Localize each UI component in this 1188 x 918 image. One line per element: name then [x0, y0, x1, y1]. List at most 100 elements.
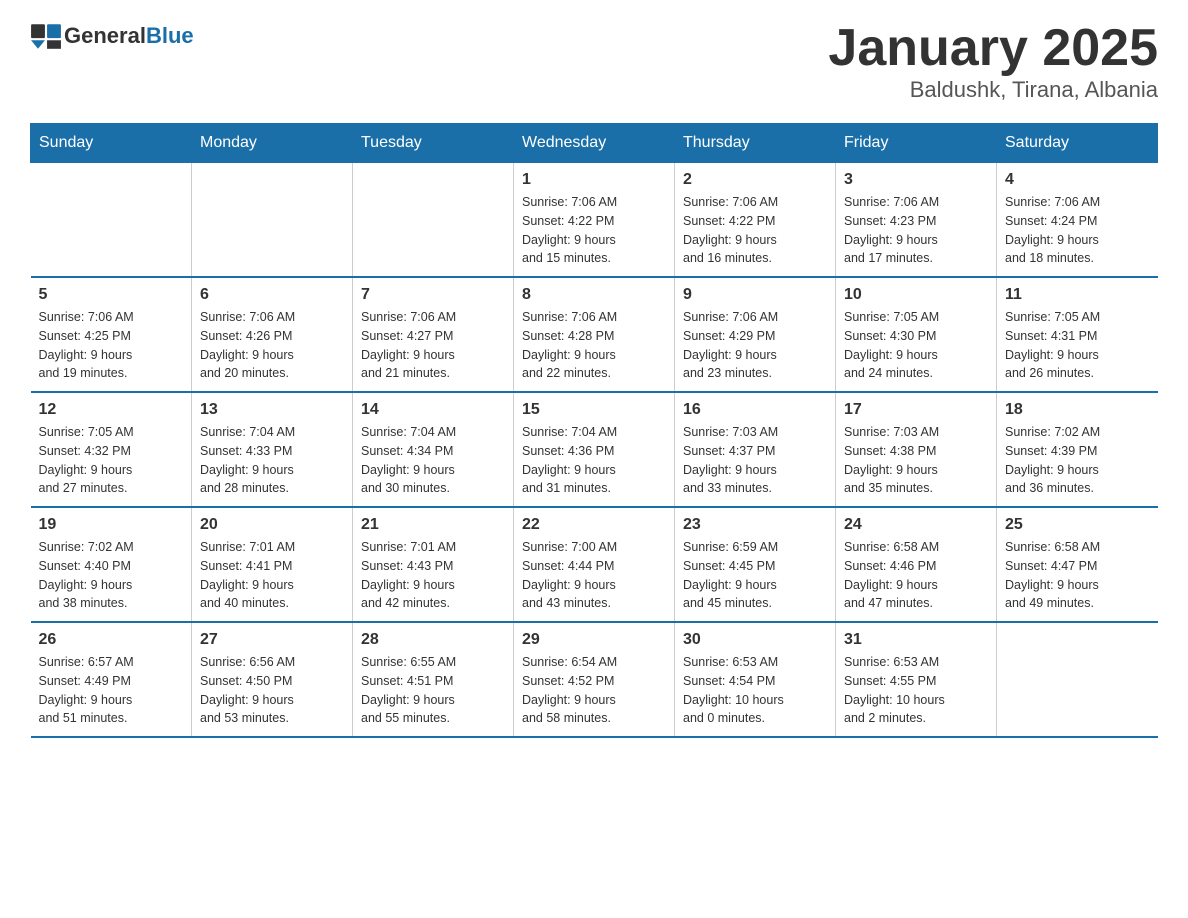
day-info: Sunrise: 7:06 AM Sunset: 4:25 PM Dayligh…	[39, 308, 184, 383]
column-header-tuesday: Tuesday	[353, 124, 514, 163]
calendar-cell: 5 Sunrise: 7:06 AM Sunset: 4:25 PM Daylig…	[31, 277, 192, 392]
day-info: Sunrise: 6:59 AM Sunset: 4:45 PM Dayligh…	[683, 538, 827, 613]
calendar-cell: 16Sunrise: 7:03 AM Sunset: 4:37 PM Dayli…	[675, 392, 836, 507]
calendar-cell	[353, 163, 514, 278]
week-row-5: 26Sunrise: 6:57 AM Sunset: 4:49 PM Dayli…	[31, 622, 1158, 737]
calendar-cell: 22Sunrise: 7:00 AM Sunset: 4:44 PM Dayli…	[514, 507, 675, 622]
calendar-cell: 4 Sunrise: 7:06 AM Sunset: 4:24 PM Daylig…	[997, 163, 1158, 278]
calendar-cell: 20 Sunrise: 7:01 AM Sunset: 4:41 PM Dayli…	[192, 507, 353, 622]
day-number: 1	[522, 171, 666, 189]
calendar-cell: 11 Sunrise: 7:05 AM Sunset: 4:31 PM Dayli…	[997, 277, 1158, 392]
day-info: Sunrise: 6:56 AM Sunset: 4:50 PM Dayligh…	[200, 653, 344, 728]
day-number: 14	[361, 401, 505, 419]
calendar-cell: 23 Sunrise: 6:59 AM Sunset: 4:45 PM Dayli…	[675, 507, 836, 622]
calendar-cell: 28Sunrise: 6:55 AM Sunset: 4:51 PM Dayli…	[353, 622, 514, 737]
day-number: 2	[683, 171, 827, 189]
calendar-cell: 30 Sunrise: 6:53 AM Sunset: 4:54 PM Dayli…	[675, 622, 836, 737]
day-number: 27	[200, 631, 344, 649]
calendar-cell: 9Sunrise: 7:06 AM Sunset: 4:29 PM Daylig…	[675, 277, 836, 392]
calendar-cell	[192, 163, 353, 278]
calendar-cell	[31, 163, 192, 278]
day-number: 12	[39, 401, 184, 419]
calendar-table: SundayMondayTuesdayWednesdayThursdayFrid…	[30, 123, 1158, 738]
logo: GeneralBlue	[30, 20, 194, 52]
day-info: Sunrise: 6:53 AM Sunset: 4:55 PM Dayligh…	[844, 653, 988, 728]
week-row-1: 1 Sunrise: 7:06 AM Sunset: 4:22 PM Daylig…	[31, 163, 1158, 278]
column-header-sunday: Sunday	[31, 124, 192, 163]
day-info: Sunrise: 7:06 AM Sunset: 4:27 PM Dayligh…	[361, 308, 505, 383]
day-number: 13	[200, 401, 344, 419]
month-title: January 2025	[828, 20, 1158, 77]
calendar-cell: 15 Sunrise: 7:04 AM Sunset: 4:36 PM Dayli…	[514, 392, 675, 507]
day-number: 10	[844, 286, 988, 304]
calendar-cell	[997, 622, 1158, 737]
calendar-cell: 1 Sunrise: 7:06 AM Sunset: 4:22 PM Daylig…	[514, 163, 675, 278]
day-number: 5	[39, 286, 184, 304]
calendar-cell: 3Sunrise: 7:06 AM Sunset: 4:23 PM Daylig…	[836, 163, 997, 278]
day-number: 6	[200, 286, 344, 304]
calendar-cell: 12 Sunrise: 7:05 AM Sunset: 4:32 PM Dayli…	[31, 392, 192, 507]
day-number: 11	[1005, 286, 1150, 304]
week-row-3: 12 Sunrise: 7:05 AM Sunset: 4:32 PM Dayli…	[31, 392, 1158, 507]
day-info: Sunrise: 7:00 AM Sunset: 4:44 PM Dayligh…	[522, 538, 666, 613]
day-info: Sunrise: 7:05 AM Sunset: 4:32 PM Dayligh…	[39, 423, 184, 498]
day-info: Sunrise: 6:58 AM Sunset: 4:47 PM Dayligh…	[1005, 538, 1150, 613]
calendar-cell: 29 Sunrise: 6:54 AM Sunset: 4:52 PM Dayli…	[514, 622, 675, 737]
day-info: Sunrise: 7:06 AM Sunset: 4:22 PM Dayligh…	[683, 193, 827, 268]
calendar-cell: 2 Sunrise: 7:06 AM Sunset: 4:22 PM Daylig…	[675, 163, 836, 278]
day-number: 18	[1005, 401, 1150, 419]
column-header-saturday: Saturday	[997, 124, 1158, 163]
day-number: 9	[683, 286, 827, 304]
day-number: 31	[844, 631, 988, 649]
title-block: January 2025 Baldushk, Tirana, Albania	[828, 20, 1158, 103]
day-info: Sunrise: 7:06 AM Sunset: 4:22 PM Dayligh…	[522, 193, 666, 268]
day-number: 21	[361, 516, 505, 534]
day-info: Sunrise: 7:04 AM Sunset: 4:36 PM Dayligh…	[522, 423, 666, 498]
day-info: Sunrise: 6:57 AM Sunset: 4:49 PM Dayligh…	[39, 653, 184, 728]
day-number: 28	[361, 631, 505, 649]
day-number: 20	[200, 516, 344, 534]
day-number: 24	[844, 516, 988, 534]
calendar-cell: 24Sunrise: 6:58 AM Sunset: 4:46 PM Dayli…	[836, 507, 997, 622]
logo-text-blue: Blue	[146, 23, 194, 48]
calendar-cell: 17Sunrise: 7:03 AM Sunset: 4:38 PM Dayli…	[836, 392, 997, 507]
logo-icon	[30, 20, 62, 52]
calendar-cell: 10Sunrise: 7:05 AM Sunset: 4:30 PM Dayli…	[836, 277, 997, 392]
day-info: Sunrise: 7:03 AM Sunset: 4:37 PM Dayligh…	[683, 423, 827, 498]
calendar-cell: 8Sunrise: 7:06 AM Sunset: 4:28 PM Daylig…	[514, 277, 675, 392]
day-info: Sunrise: 7:04 AM Sunset: 4:34 PM Dayligh…	[361, 423, 505, 498]
day-number: 19	[39, 516, 184, 534]
calendar-cell: 21 Sunrise: 7:01 AM Sunset: 4:43 PM Dayli…	[353, 507, 514, 622]
day-info: Sunrise: 7:01 AM Sunset: 4:43 PM Dayligh…	[361, 538, 505, 613]
day-info: Sunrise: 6:53 AM Sunset: 4:54 PM Dayligh…	[683, 653, 827, 728]
day-info: Sunrise: 7:04 AM Sunset: 4:33 PM Dayligh…	[200, 423, 344, 498]
day-number: 23	[683, 516, 827, 534]
day-number: 15	[522, 401, 666, 419]
location-title: Baldushk, Tirana, Albania	[828, 77, 1158, 103]
day-number: 29	[522, 631, 666, 649]
day-info: Sunrise: 7:06 AM Sunset: 4:24 PM Dayligh…	[1005, 193, 1150, 268]
calendar-cell: 18 Sunrise: 7:02 AM Sunset: 4:39 PM Dayli…	[997, 392, 1158, 507]
calendar-cell: 27 Sunrise: 6:56 AM Sunset: 4:50 PM Dayli…	[192, 622, 353, 737]
calendar-cell: 14 Sunrise: 7:04 AM Sunset: 4:34 PM Dayli…	[353, 392, 514, 507]
day-info: Sunrise: 7:02 AM Sunset: 4:40 PM Dayligh…	[39, 538, 184, 613]
day-number: 4	[1005, 171, 1150, 189]
calendar-cell: 25 Sunrise: 6:58 AM Sunset: 4:47 PM Dayli…	[997, 507, 1158, 622]
calendar-header-row: SundayMondayTuesdayWednesdayThursdayFrid…	[31, 124, 1158, 163]
day-number: 30	[683, 631, 827, 649]
day-number: 25	[1005, 516, 1150, 534]
day-info: Sunrise: 7:05 AM Sunset: 4:31 PM Dayligh…	[1005, 308, 1150, 383]
week-row-2: 5 Sunrise: 7:06 AM Sunset: 4:25 PM Daylig…	[31, 277, 1158, 392]
day-info: Sunrise: 6:54 AM Sunset: 4:52 PM Dayligh…	[522, 653, 666, 728]
calendar-cell: 26Sunrise: 6:57 AM Sunset: 4:49 PM Dayli…	[31, 622, 192, 737]
calendar-cell: 31 Sunrise: 6:53 AM Sunset: 4:55 PM Dayli…	[836, 622, 997, 737]
day-info: Sunrise: 7:02 AM Sunset: 4:39 PM Dayligh…	[1005, 423, 1150, 498]
calendar-cell: 6Sunrise: 7:06 AM Sunset: 4:26 PM Daylig…	[192, 277, 353, 392]
week-row-4: 19 Sunrise: 7:02 AM Sunset: 4:40 PM Dayli…	[31, 507, 1158, 622]
day-number: 8	[522, 286, 666, 304]
column-header-wednesday: Wednesday	[514, 124, 675, 163]
logo-text-general: General	[64, 23, 146, 48]
column-header-thursday: Thursday	[675, 124, 836, 163]
day-info: Sunrise: 7:03 AM Sunset: 4:38 PM Dayligh…	[844, 423, 988, 498]
day-info: Sunrise: 7:01 AM Sunset: 4:41 PM Dayligh…	[200, 538, 344, 613]
